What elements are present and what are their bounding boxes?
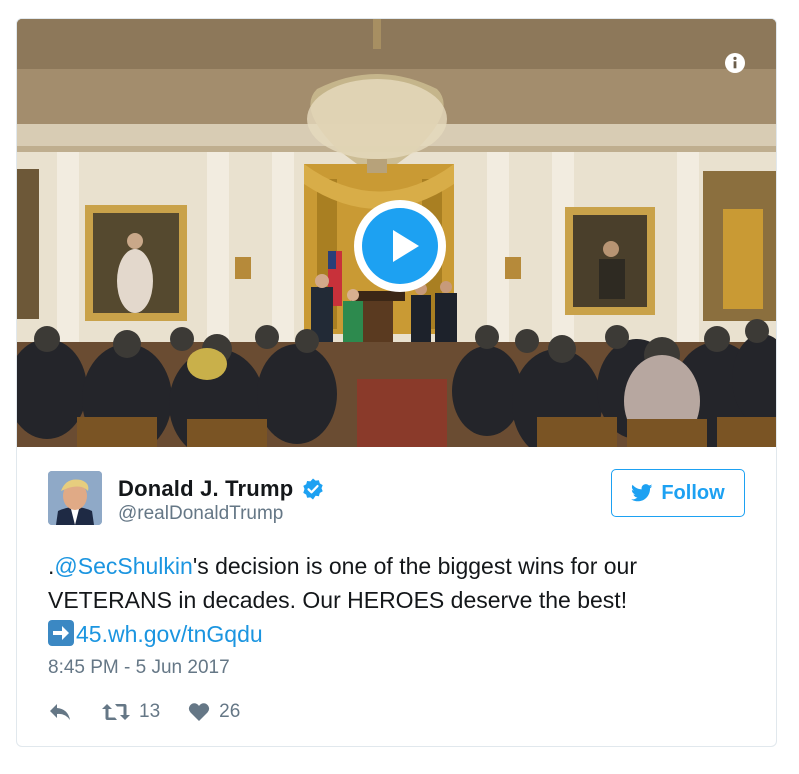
play-icon (362, 208, 438, 284)
follow-button[interactable]: Follow (611, 469, 745, 517)
timestamp[interactable]: 8:45 PM - 5 Jun 2017 (48, 657, 230, 679)
mention-link[interactable]: @SecShulkin (54, 553, 192, 579)
info-icon[interactable] (724, 52, 746, 74)
author-handle[interactable]: @realDonaldTrump (118, 503, 283, 525)
follow-label: Follow (661, 481, 725, 504)
tweet-actions: 13 26 (48, 699, 240, 725)
retweet-button[interactable]: 13 (102, 701, 160, 723)
twitter-bird-icon (631, 484, 653, 502)
tweet-link[interactable]: 45.wh.gov/tnGqdu (76, 621, 263, 647)
tweet-card: Donald J. Trump @realDonaldTrump Follow … (16, 18, 777, 747)
retweet-count: 13 (139, 701, 161, 722)
verified-badge-icon (303, 478, 324, 500)
like-button[interactable]: 26 (188, 701, 240, 723)
play-button[interactable] (354, 200, 446, 292)
arrow-right-emoji-icon (48, 620, 74, 646)
retweet-icon (102, 704, 130, 720)
reply-button[interactable] (48, 702, 72, 722)
author-name-row[interactable]: Donald J. Trump (118, 474, 325, 504)
heart-icon (189, 703, 210, 721)
like-count: 26 (219, 701, 241, 722)
avatar[interactable] (48, 471, 102, 525)
display-name[interactable]: Donald J. Trump (118, 476, 293, 502)
tweet-text: .@SecShulkin's decision is one of the bi… (48, 549, 748, 651)
reply-icon (50, 704, 70, 720)
video-thumbnail[interactable] (17, 19, 776, 447)
